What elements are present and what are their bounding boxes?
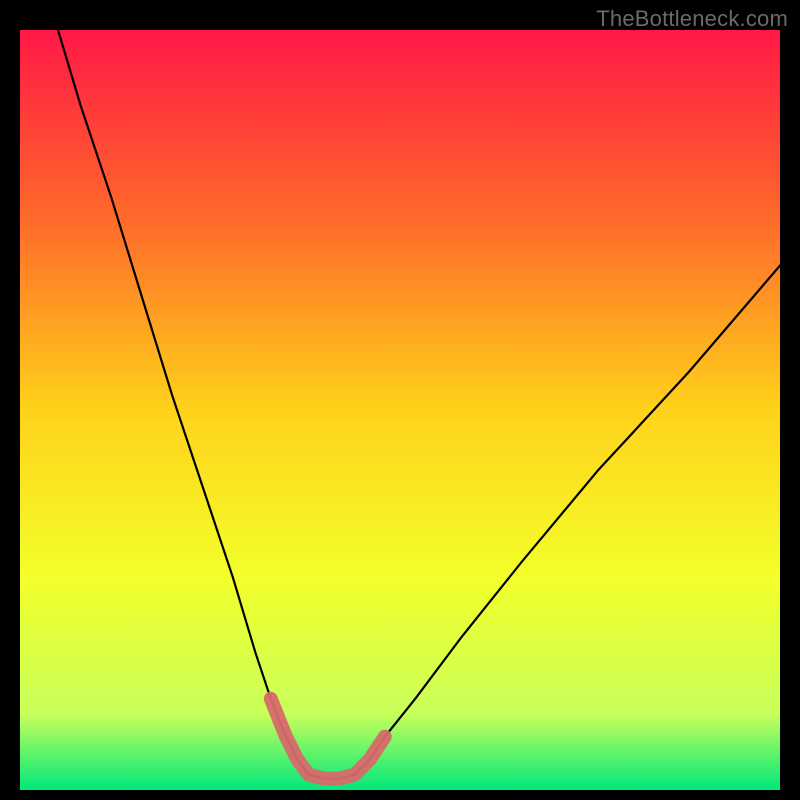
chart-frame: TheBottleneck.com — [0, 0, 800, 800]
gradient-background — [20, 30, 780, 790]
watermark-label: TheBottleneck.com — [596, 6, 788, 32]
plot-area — [20, 30, 780, 790]
chart-svg — [20, 30, 780, 790]
